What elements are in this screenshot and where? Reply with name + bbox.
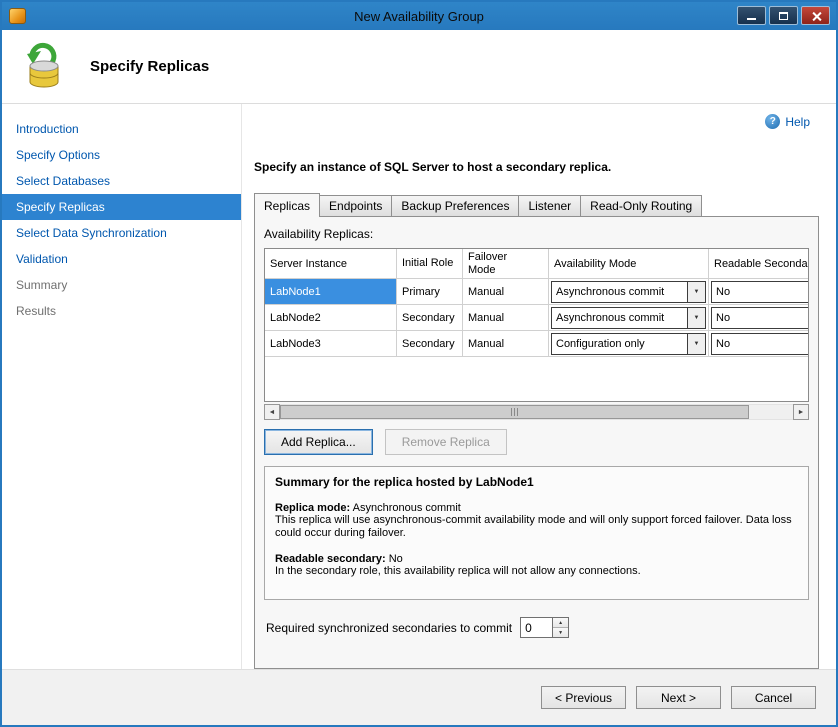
sidebar-item-specify-replicas[interactable]: Specify Replicas bbox=[2, 194, 241, 220]
remove-replica-button[interactable]: Remove Replica bbox=[385, 429, 507, 455]
grid-inner: Server Instance Initial Role Failover Mo… bbox=[265, 249, 809, 357]
previous-button[interactable]: < Previous bbox=[541, 686, 626, 709]
required-secondaries-label: Required synchronized secondaries to com… bbox=[266, 621, 512, 635]
help-link[interactable]: ? Help bbox=[765, 114, 810, 129]
wizard-header: Specify Replicas bbox=[2, 30, 836, 104]
cell-server-instance[interactable]: LabNode1 bbox=[265, 279, 397, 305]
cell-initial-role[interactable]: Primary bbox=[397, 279, 463, 305]
sidebar-item-select-databases[interactable]: Select Databases bbox=[2, 168, 241, 194]
readable-secondary-value: No bbox=[389, 553, 403, 565]
chevron-down-icon: ▼ bbox=[687, 282, 705, 302]
scrollbar-grip-icon bbox=[510, 403, 519, 421]
cell-failover-mode[interactable]: Manual bbox=[463, 305, 549, 331]
scrollbar-thumb[interactable] bbox=[280, 405, 749, 419]
add-replica-button[interactable]: Add Replica... bbox=[264, 429, 373, 455]
chevron-down-icon: ▼ bbox=[687, 308, 705, 328]
new-availability-group-window: New Availability Group Specify Replicas … bbox=[0, 0, 838, 727]
sidebar-item-specify-options[interactable]: Specify Options bbox=[2, 142, 241, 168]
cell-failover-mode[interactable]: Manual bbox=[463, 279, 549, 305]
spin-down-button[interactable]: ▼ bbox=[553, 627, 568, 637]
cell-server-instance[interactable]: LabNode2 bbox=[265, 305, 397, 331]
tab-read-only-routing[interactable]: Read-Only Routing bbox=[580, 195, 702, 216]
page-title: Specify Replicas bbox=[90, 58, 209, 75]
readable-secondary-cell[interactable]: No bbox=[711, 281, 809, 303]
col-failover-mode: Failover Mode bbox=[463, 249, 549, 279]
cancel-button[interactable]: Cancel bbox=[731, 686, 816, 709]
sidebar-item-results: Results bbox=[2, 298, 241, 324]
content-area: ? Help Specify an instance of SQL Server… bbox=[242, 104, 836, 669]
grid-header-row: Server Instance Initial Role Failover Mo… bbox=[265, 249, 809, 279]
availability-mode-dropdown[interactable]: Configuration only ▼ bbox=[551, 333, 706, 355]
required-secondaries-input[interactable]: 0 bbox=[520, 617, 552, 638]
summary-title: Summary for the replica hosted by LabNod… bbox=[275, 475, 798, 489]
cell-initial-role[interactable]: Secondary bbox=[397, 331, 463, 357]
horizontal-scrollbar[interactable]: ◄ ► bbox=[264, 404, 809, 420]
grid-row-labnode2: LabNode2 Secondary Manual Asynchronous c… bbox=[265, 305, 809, 331]
replica-summary-box: Summary for the replica hosted by LabNod… bbox=[264, 466, 809, 600]
main-area: Introduction Specify Options Select Data… bbox=[2, 104, 836, 669]
col-availability-mode: Availability Mode bbox=[549, 249, 709, 279]
minimize-icon bbox=[747, 18, 756, 20]
availability-replicas-label: Availability Replicas: bbox=[264, 227, 809, 241]
maximize-icon bbox=[779, 12, 788, 20]
grid-row-labnode1: LabNode1 Primary Manual Asynchronous com… bbox=[265, 279, 809, 305]
availability-group-icon bbox=[20, 42, 68, 92]
replica-mode-value: Asynchronous commit bbox=[353, 502, 461, 514]
footer-bar: < Previous Next > Cancel bbox=[2, 669, 836, 725]
titlebar[interactable]: New Availability Group bbox=[2, 2, 836, 30]
replica-mode-description: This replica will use asynchronous-commi… bbox=[275, 514, 798, 540]
required-secondaries-spinner: 0 ▲ ▼ bbox=[520, 617, 569, 638]
help-icon: ? bbox=[765, 114, 780, 129]
sidebar-item-introduction[interactable]: Introduction bbox=[2, 116, 241, 142]
close-button[interactable] bbox=[801, 6, 830, 25]
availability-mode-dropdown[interactable]: Asynchronous commit ▼ bbox=[551, 281, 706, 303]
availability-replicas-grid: Server Instance Initial Role Failover Mo… bbox=[264, 248, 809, 402]
col-readable-secondary: Readable Secondary bbox=[709, 249, 809, 279]
required-secondaries-row: Required synchronized secondaries to com… bbox=[264, 617, 809, 638]
scrollbar-track[interactable] bbox=[280, 404, 793, 420]
readable-secondary-label: Readable secondary: bbox=[275, 553, 386, 565]
replicas-tab-panel: Availability Replicas: Server Instance I… bbox=[254, 216, 819, 669]
minimize-button[interactable] bbox=[737, 6, 766, 25]
tab-replicas[interactable]: Replicas bbox=[254, 193, 320, 217]
sidebar-item-summary: Summary bbox=[2, 272, 241, 298]
replica-mode-label: Replica mode: bbox=[275, 502, 350, 514]
grid-row-labnode3: LabNode3 Secondary Manual Configuration … bbox=[265, 331, 809, 357]
availability-mode-dropdown[interactable]: Asynchronous commit ▼ bbox=[551, 307, 706, 329]
next-button[interactable]: Next > bbox=[636, 686, 721, 709]
readable-secondary-line: Readable secondary: No bbox=[275, 553, 798, 565]
window-title: New Availability Group bbox=[2, 9, 836, 24]
col-server-instance: Server Instance bbox=[265, 249, 397, 279]
replica-buttons-row: Add Replica... Remove Replica bbox=[264, 429, 809, 455]
wizard-steps-sidebar: Introduction Specify Options Select Data… bbox=[2, 104, 242, 669]
window-controls bbox=[737, 6, 830, 25]
col-initial-role: Initial Role bbox=[397, 249, 463, 279]
readable-secondary-cell[interactable]: No bbox=[711, 307, 809, 329]
cell-failover-mode[interactable]: Manual bbox=[463, 331, 549, 357]
instruction-text: Specify an instance of SQL Server to hos… bbox=[254, 160, 816, 174]
readable-secondary-cell[interactable]: No bbox=[711, 333, 809, 355]
readable-secondary-description: In the secondary role, this availability… bbox=[275, 565, 798, 578]
maximize-button[interactable] bbox=[769, 6, 798, 25]
cell-initial-role[interactable]: Secondary bbox=[397, 305, 463, 331]
sidebar-item-validation[interactable]: Validation bbox=[2, 246, 241, 272]
tab-backup-preferences[interactable]: Backup Preferences bbox=[391, 195, 519, 216]
spinner-buttons: ▲ ▼ bbox=[552, 617, 569, 638]
scroll-right-button[interactable]: ► bbox=[793, 404, 809, 420]
tab-listener[interactable]: Listener bbox=[518, 195, 581, 216]
spin-up-button[interactable]: ▲ bbox=[553, 618, 568, 627]
chevron-down-icon: ▼ bbox=[687, 334, 705, 354]
help-label: Help bbox=[785, 115, 810, 129]
tab-strip: Replicas Endpoints Backup Preferences Li… bbox=[254, 192, 816, 216]
close-icon bbox=[811, 11, 822, 22]
cell-server-instance[interactable]: LabNode3 bbox=[265, 331, 397, 357]
scroll-left-button[interactable]: ◄ bbox=[264, 404, 280, 420]
tab-endpoints[interactable]: Endpoints bbox=[319, 195, 392, 216]
replica-mode-line: Replica mode: Asynchronous commit bbox=[275, 502, 798, 514]
sidebar-item-select-data-synchronization[interactable]: Select Data Synchronization bbox=[2, 220, 241, 246]
